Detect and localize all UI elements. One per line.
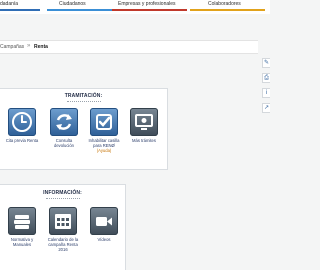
monitor-icon — [130, 108, 158, 136]
title-underline — [66, 101, 101, 102]
tramitacion-panel: TRAMITACIÓN: Cita previa Renta Consulta … — [0, 88, 168, 170]
header-spacer — [0, 14, 270, 36]
informacion-title-text: INFORMACIÓN: — [43, 190, 82, 196]
title-underline — [45, 198, 80, 199]
checkbox-icon — [90, 108, 118, 136]
nav-tab-ciudadanos[interactable]: Ciudadanos — [59, 1, 86, 7]
informacion-panel: INFORMACIÓN: Normativa y Manuales Calend… — [0, 184, 126, 270]
side-toolbar: ✎ ⎙ i ↗ — [262, 58, 270, 118]
mas-tramites-button[interactable]: Más trámites — [127, 108, 161, 143]
breadcrumb-separator: » — [27, 43, 31, 49]
cita-previa-button[interactable]: Cita previa Renta — [5, 108, 39, 143]
videos-label: Vídeos — [97, 237, 111, 242]
consulta-devolucion-label: Consulta devolución — [53, 138, 75, 148]
nav-tab-underline — [190, 9, 265, 11]
share-icon[interactable]: ↗ — [262, 103, 270, 113]
tramitacion-title-text: TRAMITACIÓN: — [64, 93, 103, 99]
nav-tab-empresas[interactable]: Empresas y profesionales — [118, 1, 176, 7]
calendar-icon — [49, 207, 77, 235]
nav-tab-colaboradores[interactable]: Colaboradores — [208, 1, 241, 7]
normativa-manuales-label: Normativa y Manuales — [10, 237, 34, 247]
calendario-campana-button[interactable]: Calendario de la campaña Renta 2016 — [46, 207, 80, 252]
nav-tab-underline — [112, 9, 187, 11]
breadcrumb-current: Renta — [34, 44, 48, 50]
inhabilitar-casilla-label: Inhabilitar casilla para RENØ — [88, 138, 120, 148]
tramitacion-title: TRAMITACIÓN: — [0, 93, 167, 102]
calendario-campana-label: Calendario de la campaña Renta 2016 — [47, 237, 79, 252]
nav-tab-ciudadania[interactable]: dadanía — [0, 1, 18, 7]
print-icon[interactable]: ⎙ — [262, 73, 270, 83]
videos-button[interactable]: Vídeos — [87, 207, 121, 242]
mas-tramites-label: Más trámites — [132, 138, 156, 143]
cita-previa-label: Cita previa Renta — [5, 138, 39, 143]
clock-icon — [8, 108, 36, 136]
edit-icon[interactable]: ✎ — [262, 58, 270, 68]
inhabilitar-casilla-button[interactable]: Inhabilitar casilla para RENØ (Ayuda) — [87, 108, 121, 153]
nav-tab-underline — [0, 9, 40, 11]
nav-tab-underline — [47, 9, 122, 11]
refund-arrows-icon — [50, 108, 78, 136]
normativa-manuales-button[interactable]: Normativa y Manuales — [5, 207, 39, 247]
breadcrumb-campanas[interactable]: Campañas — [0, 44, 24, 50]
breadcrumb: Campañas » Renta — [0, 40, 258, 54]
video-camera-icon — [90, 207, 118, 235]
consulta-devolucion-button[interactable]: Consulta devolución — [47, 108, 81, 148]
books-icon — [8, 207, 36, 235]
top-navigation: dadanía Ciudadanos Empresas y profesiona… — [0, 0, 270, 14]
info-icon[interactable]: i — [262, 88, 270, 98]
informacion-title: INFORMACIÓN: — [0, 190, 125, 199]
ayuda-link[interactable]: (Ayuda) — [87, 148, 121, 153]
